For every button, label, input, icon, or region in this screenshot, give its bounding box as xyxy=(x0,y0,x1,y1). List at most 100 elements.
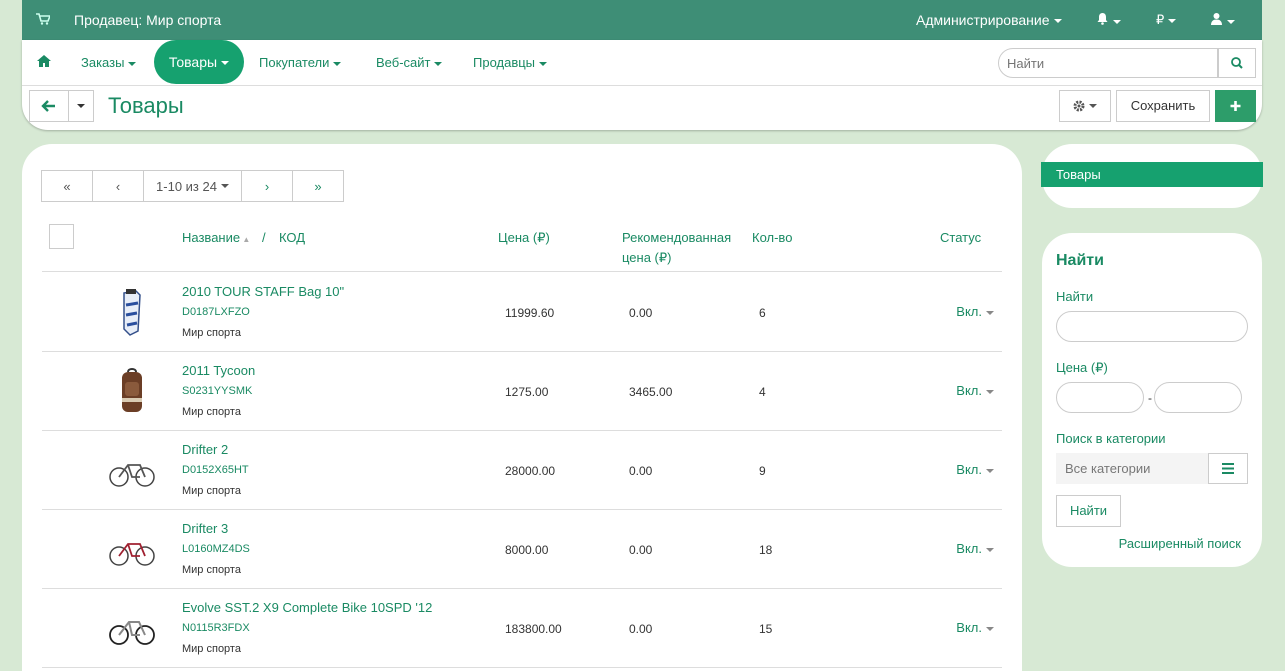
next-page-button[interactable]: › xyxy=(241,170,293,202)
nav-website[interactable]: Веб-сайт xyxy=(376,55,443,70)
product-name[interactable]: 2010 TOUR STAFF Bag 10" xyxy=(182,284,344,299)
product-code: N0115R3FDX xyxy=(182,622,250,634)
chevron-down-icon xyxy=(1227,19,1235,24)
product-recommended-price[interactable]: 0.00 xyxy=(629,464,652,478)
prev-page-button[interactable]: ‹ xyxy=(92,170,144,202)
table-row: 2010 TOUR STAFF Bag 10" D0187LXFZO Мир с… xyxy=(42,273,1002,352)
page-range-select[interactable]: 1-10 из 24 xyxy=(143,170,242,202)
gear-icon xyxy=(1073,100,1085,112)
product-image-golf-bag[interactable] xyxy=(104,285,160,341)
status-dropdown[interactable]: Вкл. xyxy=(956,304,994,319)
column-recommended-price[interactable]: Рекомендованная цена (₽) xyxy=(622,228,742,268)
list-icon xyxy=(1222,463,1234,474)
status-dropdown[interactable]: Вкл. xyxy=(956,541,994,556)
nav-customers-label: Покупатели xyxy=(259,55,330,70)
sidebar-menu: Товары xyxy=(1041,144,1263,208)
product-image-bike[interactable] xyxy=(104,601,160,657)
header-panel: Заказы Товары Покупатели Веб-сайт Продав… xyxy=(22,40,1262,130)
last-page-button[interactable]: » xyxy=(292,170,344,202)
product-name[interactable]: Drifter 2 xyxy=(182,442,228,457)
product-recommended-price[interactable]: 0.00 xyxy=(629,622,652,636)
add-product-button[interactable] xyxy=(1215,90,1256,122)
chevron-down-icon xyxy=(1053,19,1062,24)
product-price[interactable]: 28000.00 xyxy=(505,464,555,478)
table-row: Drifter 3 L0160MZ4DS Мир спорта 8000.00 … xyxy=(42,510,1002,589)
status-dropdown[interactable]: Вкл. xyxy=(956,383,994,398)
page-range-label: 1-10 из 24 xyxy=(156,178,217,194)
product-quantity[interactable]: 15 xyxy=(759,622,772,636)
product-name[interactable]: Drifter 3 xyxy=(182,521,228,536)
column-code[interactable]: КОД xyxy=(279,228,305,248)
notifications-menu[interactable] xyxy=(1096,12,1121,28)
product-recommended-price[interactable]: 3465.00 xyxy=(629,385,672,399)
price-range-separator: - xyxy=(1148,391,1152,405)
find-button[interactable]: Найти xyxy=(1056,495,1121,527)
chevron-down-icon xyxy=(333,61,342,66)
product-quantity[interactable]: 4 xyxy=(759,385,766,399)
user-icon xyxy=(1211,13,1222,25)
product-quantity[interactable]: 9 xyxy=(759,464,766,478)
product-name[interactable]: Evolve SST.2 X9 Complete Bike 10SPD '12 xyxy=(182,600,432,615)
category-picker-button[interactable] xyxy=(1208,453,1248,484)
category-input[interactable]: Все категории xyxy=(1056,453,1208,484)
save-button[interactable]: Сохранить xyxy=(1116,90,1210,122)
chevron-down-icon xyxy=(986,626,994,631)
find-input[interactable] xyxy=(1056,311,1248,342)
settings-button[interactable] xyxy=(1059,90,1111,122)
column-status[interactable]: Статус xyxy=(940,228,981,248)
table-header: Название ▲ / КОД Цена (₽) Рекомендованна… xyxy=(42,224,1002,272)
nav-orders[interactable]: Заказы xyxy=(81,55,137,70)
vendor-name[interactable]: Продавец: Мир спорта xyxy=(74,12,221,28)
price-to-input[interactable] xyxy=(1154,382,1242,413)
product-quantity[interactable]: 18 xyxy=(759,543,772,557)
admin-menu[interactable]: Администрирование xyxy=(916,12,1062,28)
chevron-down-icon xyxy=(1168,18,1177,23)
product-name[interactable]: 2011 Tycoon xyxy=(182,363,255,378)
column-quantity[interactable]: Кол-во xyxy=(752,228,792,248)
nav-website-label: Веб-сайт xyxy=(376,55,431,70)
product-image-bike[interactable] xyxy=(104,443,160,499)
nav-products[interactable]: Товары xyxy=(154,40,244,84)
nav-vendors[interactable]: Продавцы xyxy=(473,55,548,70)
product-recommended-price[interactable]: 0.00 xyxy=(629,543,652,557)
product-recommended-price[interactable]: 0.00 xyxy=(629,306,652,320)
home-icon[interactable] xyxy=(37,55,51,67)
status-dropdown[interactable]: Вкл. xyxy=(956,620,994,635)
product-image-backpack[interactable] xyxy=(104,364,160,420)
bell-icon xyxy=(1097,13,1108,25)
currency-menu[interactable]: ₽ xyxy=(1156,12,1177,28)
advanced-search-link[interactable]: Расширенный поиск xyxy=(1119,536,1241,551)
status-label: Вкл. xyxy=(956,304,982,319)
column-name[interactable]: Название ▲ xyxy=(182,228,250,250)
nav-products-label: Товары xyxy=(168,54,218,70)
nav-vendors-label: Продавцы xyxy=(473,55,536,70)
top-bar: Продавец: Мир спорта Администрирование ₽ xyxy=(22,0,1262,40)
product-seller: Мир спорта xyxy=(182,406,241,418)
chevron-down-icon xyxy=(1089,103,1097,108)
column-price[interactable]: Цена (₽) xyxy=(498,228,550,248)
chevron-down-icon xyxy=(128,61,137,66)
product-price[interactable]: 1275.00 xyxy=(505,385,548,399)
sidebar-item-products[interactable]: Товары xyxy=(1041,162,1263,187)
table-row: 2011 Tycoon S0231YYSMK Мир спорта 1275.0… xyxy=(42,352,1002,431)
select-all-checkbox[interactable] xyxy=(49,224,74,249)
nav-customers[interactable]: Покупатели xyxy=(259,55,342,70)
product-price[interactable]: 183800.00 xyxy=(505,622,562,636)
search-input[interactable] xyxy=(998,48,1218,78)
product-image-bike[interactable] xyxy=(104,522,160,578)
search-icon xyxy=(1231,57,1243,69)
user-menu[interactable] xyxy=(1210,12,1235,28)
back-button[interactable] xyxy=(29,90,69,122)
pagination: « ‹ 1-10 из 24 › » xyxy=(41,170,344,202)
product-price[interactable]: 11999.60 xyxy=(505,306,554,320)
product-price[interactable]: 8000.00 xyxy=(505,543,548,557)
price-from-input[interactable] xyxy=(1056,382,1144,413)
product-quantity[interactable]: 6 xyxy=(759,306,766,320)
first-page-button[interactable]: « xyxy=(41,170,93,202)
status-dropdown[interactable]: Вкл. xyxy=(956,462,994,477)
search-panel: Найти Найти Цена (₽) - Поиск в категории… xyxy=(1042,233,1262,567)
back-dropdown-button[interactable] xyxy=(68,90,94,122)
search-button[interactable] xyxy=(1218,48,1256,78)
chevron-down-icon xyxy=(1113,19,1121,24)
cart-icon[interactable] xyxy=(36,13,50,25)
